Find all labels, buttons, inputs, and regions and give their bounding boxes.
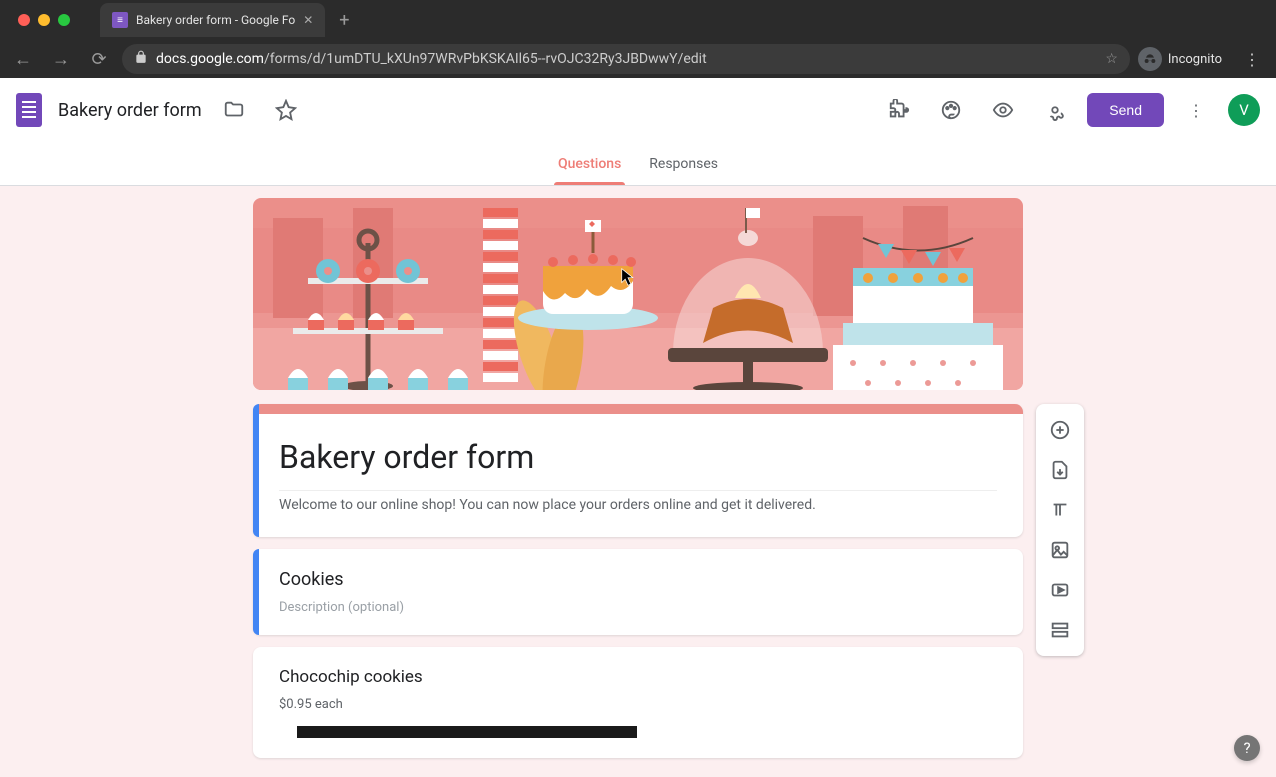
macos-minimize[interactable] [38, 14, 50, 26]
tab-close-icon[interactable]: ✕ [303, 13, 313, 27]
chrome-menu-icon[interactable]: ⋮ [1236, 50, 1268, 69]
section-title[interactable]: Cookies [279, 569, 997, 590]
reload-button[interactable]: ⟳ [84, 49, 114, 70]
form-canvas: Bakery order form Welcome to our online … [0, 186, 1276, 777]
url-text: docs.google.com/forms/d/1umDTU_kXUn97WRv… [156, 51, 707, 67]
send-button[interactable]: Send [1087, 93, 1164, 127]
forms-logo-icon[interactable] [16, 93, 42, 127]
tab-responses[interactable]: Responses [649, 142, 718, 185]
tab-bar: Bakery order form - Google Fo ✕ + [0, 0, 1276, 40]
avatar[interactable]: V [1228, 94, 1260, 126]
add-section-button[interactable] [1040, 610, 1080, 650]
form-description[interactable]: Welcome to our online shop! You can now … [279, 490, 997, 513]
macos-close[interactable] [18, 14, 30, 26]
form-title[interactable]: Bakery order form [279, 438, 997, 476]
form-header-image[interactable] [253, 198, 1023, 390]
form-tabs: Questions Responses [0, 142, 1276, 186]
incognito-icon [1138, 47, 1162, 71]
bookmark-star-icon[interactable]: ☆ [1105, 51, 1118, 67]
browser-chrome: Bakery order form - Google Fo ✕ + ← → ⟳ … [0, 0, 1276, 78]
section-description[interactable]: Description (optional) [279, 600, 997, 615]
address-bar: ← → ⟳ docs.google.com/forms/d/1umDTU_kXU… [0, 40, 1276, 78]
question-image [297, 726, 637, 738]
section-header-card[interactable]: Cookies Description (optional) [253, 549, 1023, 635]
new-tab-button[interactable]: + [339, 10, 349, 31]
palette-icon[interactable] [931, 90, 971, 130]
side-toolbar [1036, 404, 1084, 656]
question-subtitle[interactable]: $0.95 each [279, 697, 997, 712]
help-button[interactable]: ? [1234, 735, 1260, 761]
add-title-button[interactable] [1040, 490, 1080, 530]
tab-title: Bakery order form - Google Fo [136, 13, 295, 27]
move-folder-icon[interactable] [214, 90, 254, 130]
mouse-cursor-icon [621, 268, 635, 286]
more-icon[interactable]: ⋮ [1176, 90, 1216, 130]
url-bar[interactable]: docs.google.com/forms/d/1umDTU_kXUn97WRv… [122, 44, 1130, 74]
favicon-icon [112, 12, 128, 28]
doc-title[interactable]: Bakery order form [58, 100, 202, 121]
incognito-badge[interactable]: Incognito [1138, 47, 1228, 71]
question-title[interactable]: Chocochip cookies [279, 667, 997, 687]
import-questions-button[interactable] [1040, 450, 1080, 490]
lock-icon [134, 50, 148, 68]
window-controls [8, 14, 80, 26]
tab-questions[interactable]: Questions [558, 142, 621, 185]
addons-icon[interactable] [879, 90, 919, 130]
macos-zoom[interactable] [58, 14, 70, 26]
question-card[interactable]: Chocochip cookies $0.95 each [253, 647, 1023, 758]
star-icon[interactable] [266, 90, 306, 130]
back-button[interactable]: ← [8, 49, 38, 70]
settings-icon[interactable] [1035, 90, 1075, 130]
forward-button[interactable]: → [46, 49, 76, 70]
preview-icon[interactable] [983, 90, 1023, 130]
add-question-button[interactable] [1040, 410, 1080, 450]
add-image-button[interactable] [1040, 530, 1080, 570]
browser-tab[interactable]: Bakery order form - Google Fo ✕ [100, 3, 325, 37]
app-header: Bakery order form Send ⋮ V [0, 78, 1276, 142]
incognito-label: Incognito [1168, 52, 1222, 67]
form-title-card[interactable]: Bakery order form Welcome to our online … [253, 404, 1023, 537]
add-video-button[interactable] [1040, 570, 1080, 610]
